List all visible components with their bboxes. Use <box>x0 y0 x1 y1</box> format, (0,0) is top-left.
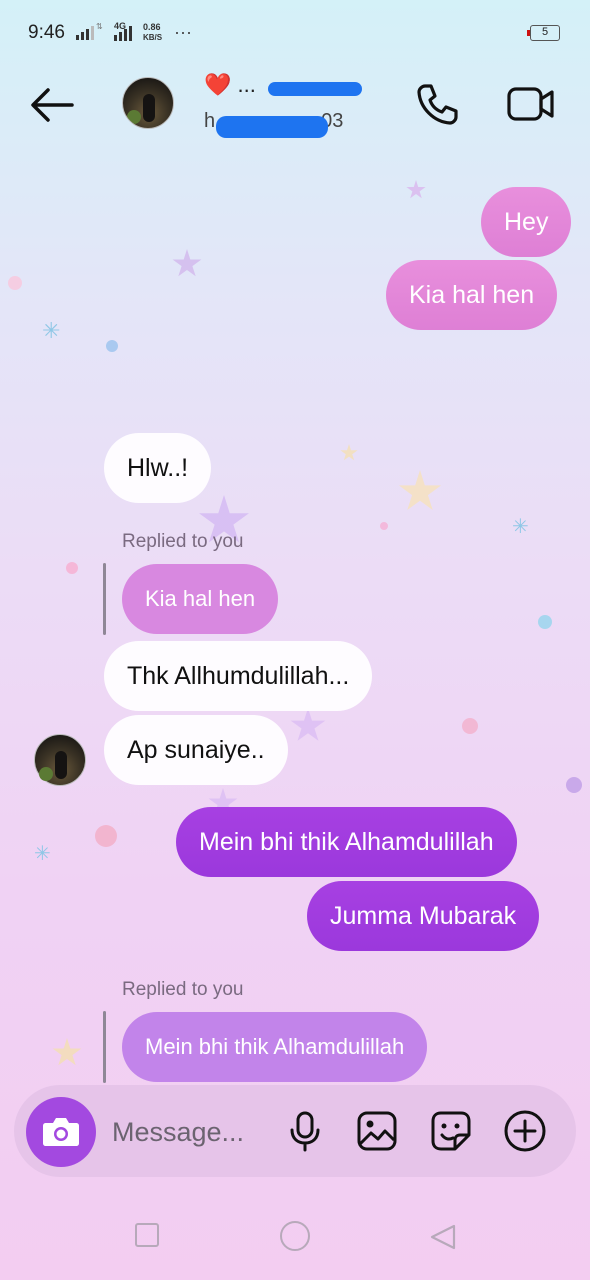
decor-dot <box>66 562 78 574</box>
incoming-message[interactable]: Thk Allhumdulillah... <box>104 641 373 711</box>
sender-avatar[interactable] <box>34 734 86 786</box>
phone-icon <box>417 84 458 125</box>
decor-sparkle: ✳ <box>42 318 61 343</box>
contact-name[interactable]: ❤️ ... <box>204 72 256 98</box>
home-button[interactable] <box>280 1221 310 1251</box>
decor-sparkle: ✳ <box>34 843 51 865</box>
replied-message-quote[interactable]: Kia hal hen <box>122 564 279 634</box>
reply-bar <box>103 563 106 635</box>
data-speed-value: 0.86 <box>143 22 161 32</box>
sticker-icon <box>431 1111 471 1151</box>
status-bar: 9:46 ⇅ 4G 0.86 KB/S ··· 5 <box>0 0 590 66</box>
outgoing-message[interactable]: Mein bhi thik Alhamdulillah <box>176 807 517 877</box>
data-activity-icon: ⇅ <box>96 22 103 31</box>
plus-circle-icon <box>504 1110 546 1152</box>
camera-icon <box>43 1118 79 1146</box>
replied-message-quote[interactable]: Mein bhi thik Alhamdulillah <box>122 1012 428 1082</box>
outgoing-message[interactable]: Jumma Mubarak <box>307 881 540 951</box>
status-time: 9:46 <box>28 22 65 43</box>
battery-level: 5 <box>541 26 549 38</box>
decor-dot <box>95 825 117 847</box>
gallery-button[interactable] <box>354 1108 400 1154</box>
decor-star <box>406 180 426 199</box>
message-input[interactable] <box>112 1112 272 1152</box>
decor-star <box>398 470 442 511</box>
sticker-button[interactable] <box>428 1108 474 1154</box>
data-speed-unit: KB/S <box>143 33 163 42</box>
recent-apps-button[interactable] <box>135 1223 159 1247</box>
decor-dot <box>462 718 478 734</box>
video-camera-icon <box>507 87 554 121</box>
system-back-button[interactable] <box>428 1222 458 1252</box>
decor-star <box>172 249 202 277</box>
decor-star <box>290 708 326 741</box>
gallery-icon <box>357 1111 397 1151</box>
outgoing-message[interactable]: Kia hal hen <box>386 260 558 330</box>
decor-dot <box>380 522 388 530</box>
battery-icon: 5 <box>527 25 560 41</box>
contact-avatar[interactable] <box>122 77 174 129</box>
decor-star <box>340 444 358 461</box>
decor-dot <box>538 615 552 629</box>
reply-label: Replied to you <box>122 531 244 552</box>
signal-strength-icon-2 <box>114 25 132 41</box>
more-indicator: ··· <box>174 22 192 42</box>
back-arrow-icon <box>31 88 74 122</box>
camera-button[interactable] <box>26 1097 96 1167</box>
microphone-icon <box>290 1111 320 1152</box>
back-button[interactable] <box>28 84 76 126</box>
contact-name-text: ❤️ ... <box>204 72 256 97</box>
signal-strength-icon <box>76 24 94 40</box>
reply-bar <box>103 1011 106 1083</box>
decor-sparkle: ✳ <box>512 516 529 538</box>
redaction-mark <box>216 116 328 138</box>
voice-record-button[interactable] <box>282 1108 328 1154</box>
username-start: h <box>204 110 216 132</box>
redaction-mark <box>268 82 362 96</box>
decor-dot <box>8 276 22 290</box>
more-options-button[interactable] <box>502 1108 548 1154</box>
triangle-back-icon <box>430 1224 456 1250</box>
decor-dot <box>106 340 118 352</box>
incoming-message[interactable]: Hlw..! <box>104 433 212 503</box>
outgoing-message[interactable]: Hey <box>481 187 572 257</box>
decor-star <box>52 1038 82 1066</box>
incoming-message[interactable]: Ap sunaiye.. <box>104 715 288 785</box>
voice-call-button[interactable] <box>414 80 462 128</box>
reply-label: Replied to you <box>122 979 244 1000</box>
decor-dot <box>566 777 582 793</box>
video-call-button[interactable] <box>506 82 556 126</box>
